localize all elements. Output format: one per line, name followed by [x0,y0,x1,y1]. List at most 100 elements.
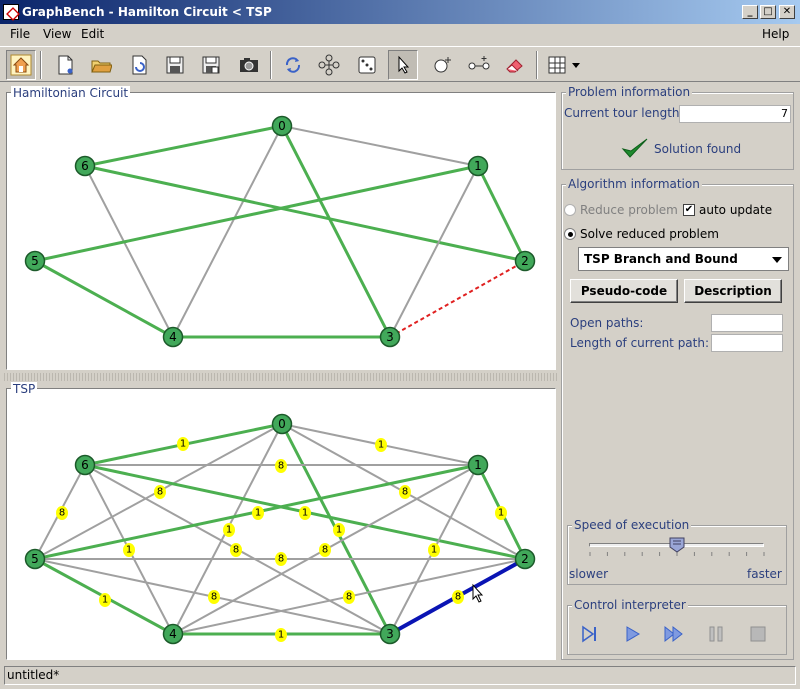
svg-text:8: 8 [278,554,284,565]
speed-title: Speed of execution [572,518,692,532]
tour-length-field[interactable]: 7 [679,105,791,123]
hamiltonian-node-3[interactable]: 3 [379,326,401,348]
reduce-problem-label: Reduce problem [580,203,678,217]
tsp-edge-weight: 8 [399,485,411,499]
tsp-edge-weight: 8 [208,590,220,604]
tsp-edge-weight: 8 [154,485,166,499]
hamiltonian-node-5[interactable]: 5 [24,250,46,272]
menu-file[interactable]: File [10,27,30,41]
tsp-node-1[interactable]: 1 [467,454,489,476]
hamiltonian-node-6[interactable]: 6 [74,155,96,177]
reload-icon[interactable] [124,50,154,80]
hamiltonian-edge-1-2[interactable] [476,165,527,262]
open-paths-field[interactable] [711,314,783,332]
svg-text:8: 8 [322,545,328,556]
home-icon[interactable] [6,50,36,80]
svg-text:8: 8 [455,592,461,603]
tsp-edge-weight: 1 [223,523,235,537]
svg-text:6: 6 [81,159,89,173]
snapshot-camera-icon[interactable] [234,50,264,80]
hamiltonian-edge-0-3[interactable] [280,125,392,338]
status-bar: untitled* [4,666,796,685]
refresh-cycle-icon[interactable] [278,50,308,80]
svg-text:0: 0 [278,119,286,133]
svg-text:8: 8 [211,592,217,603]
auto-update-checkbox[interactable]: ✔ [683,204,695,216]
close-button[interactable]: ✕ [779,5,795,19]
svg-text:1: 1 [474,159,482,173]
hamiltonian-node-1[interactable]: 1 [467,155,489,177]
solve-reduced-label: Solve reduced problem [580,227,719,241]
menu-view[interactable]: View [43,27,71,41]
tsp-node-4[interactable]: 4 [162,623,184,645]
svg-text:4: 4 [169,330,177,344]
current-path-length-field[interactable] [711,334,783,352]
hamiltonian-edge-0-1[interactable] [281,125,479,167]
toolbar-separator [40,51,42,79]
svg-text:6: 6 [81,458,89,472]
hamiltonian-canvas[interactable]: 0 1 2 3 4 5 6 [7,93,555,369]
pseudo-code-button[interactable]: Pseudo-code [570,279,678,303]
dropdown-arrow-icon[interactable] [568,50,584,80]
hamiltonian-node-2[interactable]: 2 [514,250,536,272]
svg-text:1: 1 [180,439,186,450]
svg-text:8: 8 [346,592,352,603]
hamiltonian-edge-1-5[interactable] [34,164,479,263]
reduce-problem-radio[interactable] [564,204,576,216]
svg-text:2: 2 [521,254,529,268]
select-pointer-icon[interactable] [388,50,418,80]
add-edge-icon[interactable] [464,50,494,80]
tsp-edge-weight: 8 [343,590,355,604]
title-bar: GraphBench - Hamilton Circuit < TSP _ □ … [0,0,800,24]
hamiltonian-edge-0-4[interactable] [172,125,283,338]
tour-length-label: Current tour length: [564,106,684,120]
tsp-node-5[interactable]: 5 [24,548,46,570]
solution-status: Solution found [654,142,742,156]
hamiltonian-edge-6-0[interactable] [84,124,283,168]
pause-icon[interactable] [706,624,726,644]
algorithm-select[interactable]: TSP Branch and Bound [578,247,789,271]
toolbar-separator [270,51,272,79]
tsp-edge-weight: 8 [275,459,287,473]
menu-edit[interactable]: Edit [81,27,104,41]
svg-text:8: 8 [157,487,163,498]
tsp-panel: TSP 118888111111888188118 0123456 [6,382,556,660]
tsp-node-6[interactable]: 6 [74,454,96,476]
save-as-icon[interactable] [196,50,226,80]
svg-text:3: 3 [386,627,394,641]
new-graph-icon[interactable] [50,50,80,80]
menu-help[interactable]: Help [762,27,789,41]
panel-splitter[interactable] [4,373,558,381]
hamiltonian-edge-6-2[interactable] [84,164,526,263]
svg-text:8: 8 [402,487,408,498]
svg-text:1: 1 [431,545,437,556]
play-icon[interactable] [623,624,643,644]
svg-text:1: 1 [278,630,284,641]
open-folder-icon[interactable] [86,50,116,80]
minimize-button[interactable]: _ [742,5,758,19]
add-node-icon[interactable] [428,50,458,80]
stop-icon[interactable] [748,624,768,644]
step-icon[interactable] [580,624,600,644]
tsp-edge-weight: 1 [495,506,507,520]
maximize-button[interactable]: □ [760,5,776,19]
layout-graph-icon[interactable] [314,50,344,80]
svg-text:4: 4 [169,627,177,641]
algorithm-info-title: Algorithm information [566,177,702,191]
tsp-canvas[interactable]: 1 188 88 11 11 11 888 18 8118 0123456 [7,389,555,659]
tsp-edge-weight: 1 [123,543,135,557]
speed-slider-thumb[interactable] [669,537,685,553]
description-button[interactable]: Description [684,279,782,303]
solve-reduced-radio[interactable] [564,228,576,240]
hamiltonian-node-0[interactable]: 0 [271,115,293,137]
tsp-node-2[interactable]: 2 [514,548,536,570]
tsp-node-3[interactable]: 3 [379,623,401,645]
eraser-icon[interactable] [500,50,530,80]
hamiltonian-node-4[interactable]: 4 [162,326,184,348]
tsp-node-0[interactable]: 0 [271,413,293,435]
fast-forward-icon[interactable] [664,624,684,644]
tsp-edge-weight: 8 [275,552,287,566]
random-dice-icon[interactable] [352,50,382,80]
hamiltonian-edge-5-4[interactable] [34,259,174,339]
save-icon[interactable] [160,50,190,80]
